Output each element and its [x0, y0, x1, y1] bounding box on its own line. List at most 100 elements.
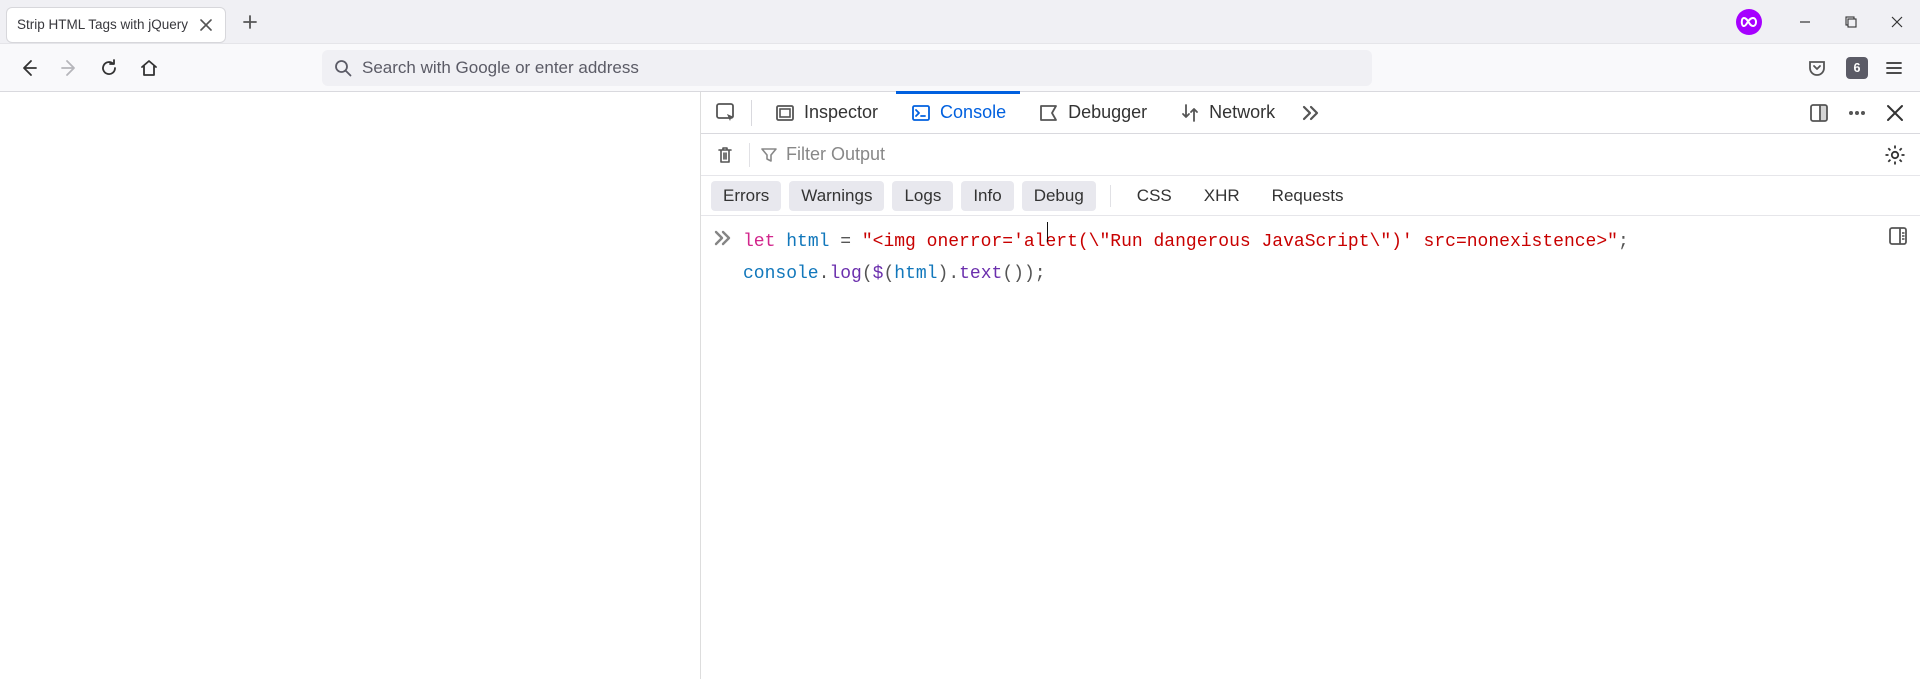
- infinity-icon: [1740, 17, 1758, 27]
- reload-button[interactable]: [92, 51, 126, 85]
- code-variable: html: [894, 264, 937, 284]
- sidebar-toggle-icon: [1887, 225, 1909, 247]
- code-punct: ;: [1035, 264, 1046, 284]
- chip-errors[interactable]: Errors: [711, 181, 781, 211]
- pocket-icon: [1807, 58, 1827, 78]
- code-punct: (: [883, 264, 894, 284]
- plus-icon: [243, 15, 257, 29]
- tab-console[interactable]: Console: [896, 92, 1020, 134]
- browser-tab[interactable]: Strip HTML Tags with jQuery: [6, 7, 226, 43]
- console-input-code[interactable]: let html = "<img onerror='alert(\"Run da…: [743, 226, 1629, 291]
- chip-css[interactable]: CSS: [1125, 181, 1184, 211]
- tab-network[interactable]: Network: [1165, 92, 1289, 134]
- console-settings-button[interactable]: [1880, 140, 1910, 170]
- filter-input[interactable]: Filter Output: [760, 144, 1870, 165]
- network-icon: [1179, 102, 1201, 124]
- tab-title: Strip HTML Tags with jQuery: [17, 17, 197, 32]
- tab-label: Network: [1209, 102, 1275, 123]
- tab-label: Console: [940, 102, 1006, 123]
- arrow-left-icon: [19, 58, 39, 78]
- funnel-icon: [760, 146, 778, 164]
- hamburger-icon: [1885, 59, 1903, 77]
- code-punct: .: [819, 264, 830, 284]
- tab-inspector[interactable]: Inspector: [760, 92, 892, 134]
- clear-console-button[interactable]: [711, 141, 739, 169]
- console-filter-bar: Filter Output: [701, 134, 1920, 176]
- reload-icon: [99, 58, 119, 78]
- trash-icon: [715, 145, 735, 165]
- pocket-button[interactable]: [1800, 51, 1834, 85]
- extension-badge[interactable]: [1736, 9, 1762, 35]
- debugger-icon: [1038, 102, 1060, 124]
- tracker-count-badge[interactable]: 6: [1846, 57, 1868, 79]
- devtools-close-button[interactable]: [1878, 96, 1912, 130]
- inspector-icon: [774, 102, 796, 124]
- console-filter-chips: Errors Warnings Logs Info Debug CSS XHR …: [701, 176, 1920, 216]
- code-function: text: [959, 264, 1002, 284]
- separator: [751, 100, 752, 126]
- address-bar[interactable]: Search with Google or enter address: [322, 50, 1372, 86]
- element-picker-button[interactable]: [709, 96, 743, 130]
- dock-side-button[interactable]: [1802, 96, 1836, 130]
- chip-logs[interactable]: Logs: [892, 181, 953, 211]
- main-content: Inspector Console Debugger Network: [0, 92, 1920, 679]
- picker-icon: [714, 101, 738, 125]
- home-button[interactable]: [132, 51, 166, 85]
- nav-toolbar: Search with Google or enter address 6: [0, 44, 1920, 92]
- forward-button[interactable]: [52, 51, 86, 85]
- devtools-more-button[interactable]: [1840, 96, 1874, 130]
- chip-xhr[interactable]: XHR: [1192, 181, 1252, 211]
- chip-debug[interactable]: Debug: [1022, 181, 1096, 211]
- home-icon: [139, 58, 159, 78]
- separator: [749, 143, 750, 167]
- code-string: "<img onerror='alert(\"Run dangerous Jav…: [862, 232, 1618, 252]
- separator: [1110, 185, 1111, 207]
- code-punct: (): [1002, 264, 1024, 284]
- app-menu-button[interactable]: [1880, 54, 1908, 82]
- code-keyword: let: [743, 232, 775, 252]
- back-button[interactable]: [12, 51, 46, 85]
- tab-debugger[interactable]: Debugger: [1024, 92, 1161, 134]
- chevrons-right-icon: [1299, 102, 1321, 124]
- chip-requests[interactable]: Requests: [1260, 181, 1356, 211]
- tabs-overflow-button[interactable]: [1293, 96, 1327, 130]
- close-icon: [1886, 104, 1904, 122]
- code-punct: ): [1024, 264, 1035, 284]
- nav-right-controls: 6: [1800, 51, 1908, 85]
- code-punct: (: [862, 264, 873, 284]
- tab-strip: Strip HTML Tags with jQuery: [0, 0, 1920, 44]
- code-function: $: [873, 264, 884, 284]
- code-operator: =: [829, 232, 861, 252]
- gear-icon: [1884, 144, 1906, 166]
- maximize-button[interactable]: [1828, 0, 1874, 44]
- console-output[interactable]: let html = "<img onerror='alert(\"Run da…: [701, 216, 1920, 679]
- devtools-tabs: Inspector Console Debugger Network: [701, 92, 1920, 134]
- minimize-icon: [1799, 16, 1811, 28]
- split-console-toggle[interactable]: [1884, 222, 1912, 250]
- prompt-chevrons-icon: [713, 226, 733, 248]
- code-function: log: [829, 264, 861, 284]
- search-icon: [334, 59, 352, 77]
- code-punct: ;: [1618, 232, 1629, 252]
- maximize-icon: [1845, 16, 1857, 28]
- code-punct: .: [948, 264, 959, 284]
- close-icon: [1891, 16, 1903, 28]
- filter-placeholder: Filter Output: [786, 144, 885, 165]
- console-icon: [910, 102, 932, 124]
- minimize-button[interactable]: [1782, 0, 1828, 44]
- window-close-button[interactable]: [1874, 0, 1920, 44]
- devtools-right-controls: [1802, 96, 1912, 130]
- chip-info[interactable]: Info: [961, 181, 1013, 211]
- tab-close-button[interactable]: [197, 16, 215, 34]
- chip-warnings[interactable]: Warnings: [789, 181, 884, 211]
- console-prompt[interactable]: let html = "<img onerror='alert(\"Run da…: [713, 226, 1906, 291]
- arrow-right-icon: [59, 58, 79, 78]
- code-variable: html: [786, 232, 829, 252]
- dock-icon: [1808, 102, 1830, 124]
- window-controls: [1736, 0, 1920, 44]
- code-object: console: [743, 264, 819, 284]
- text-caret: [1047, 222, 1048, 242]
- dots-horizontal-icon: [1846, 102, 1868, 124]
- address-placeholder: Search with Google or enter address: [362, 58, 639, 78]
- new-tab-button[interactable]: [234, 6, 266, 38]
